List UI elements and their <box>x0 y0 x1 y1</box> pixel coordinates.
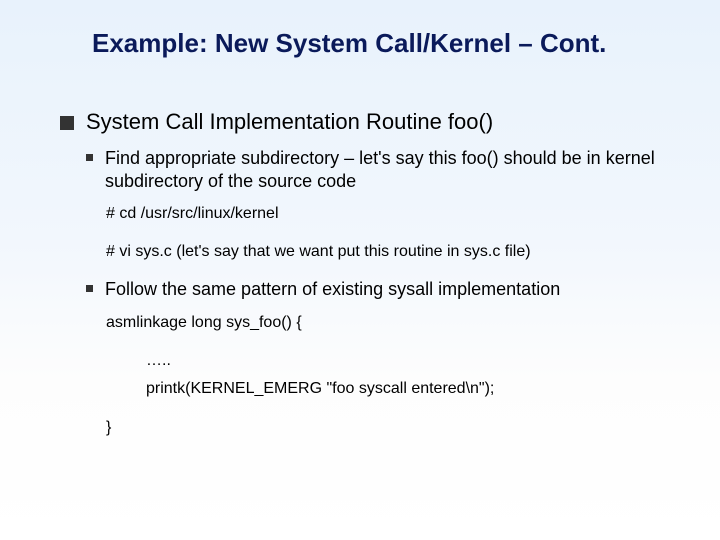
slide-title: Example: New System Call/Kernel – Cont. <box>92 28 680 59</box>
code-line: printk(KERNEL_EMERG "foo syscall entered… <box>146 377 680 401</box>
code-line: asmlinkage long sys_foo() { <box>106 311 680 335</box>
code-line: } <box>106 419 680 437</box>
bullet-level1: System Call Implementation Routine foo() <box>60 109 680 135</box>
sub-bullet-text: Find appropriate subdirectory – let's sa… <box>105 147 680 192</box>
bullet-level2: Follow the same pattern of existing sysa… <box>86 278 680 301</box>
code-line: # cd /usr/src/linux/kernel <box>106 202 680 226</box>
sub-bullet-text: Follow the same pattern of existing sysa… <box>105 278 560 301</box>
square-bullet-icon <box>86 154 93 161</box>
square-bullet-icon <box>86 285 93 292</box>
square-bullet-icon <box>60 116 74 130</box>
bullet-text: System Call Implementation Routine foo() <box>86 109 493 135</box>
slide: Example: New System Call/Kernel – Cont. … <box>0 0 720 457</box>
code-line: ….. <box>146 349 680 373</box>
code-line: # vi sys.c (let's say that we want put t… <box>106 240 680 264</box>
bullet-level2: Find appropriate subdirectory – let's sa… <box>86 147 680 192</box>
